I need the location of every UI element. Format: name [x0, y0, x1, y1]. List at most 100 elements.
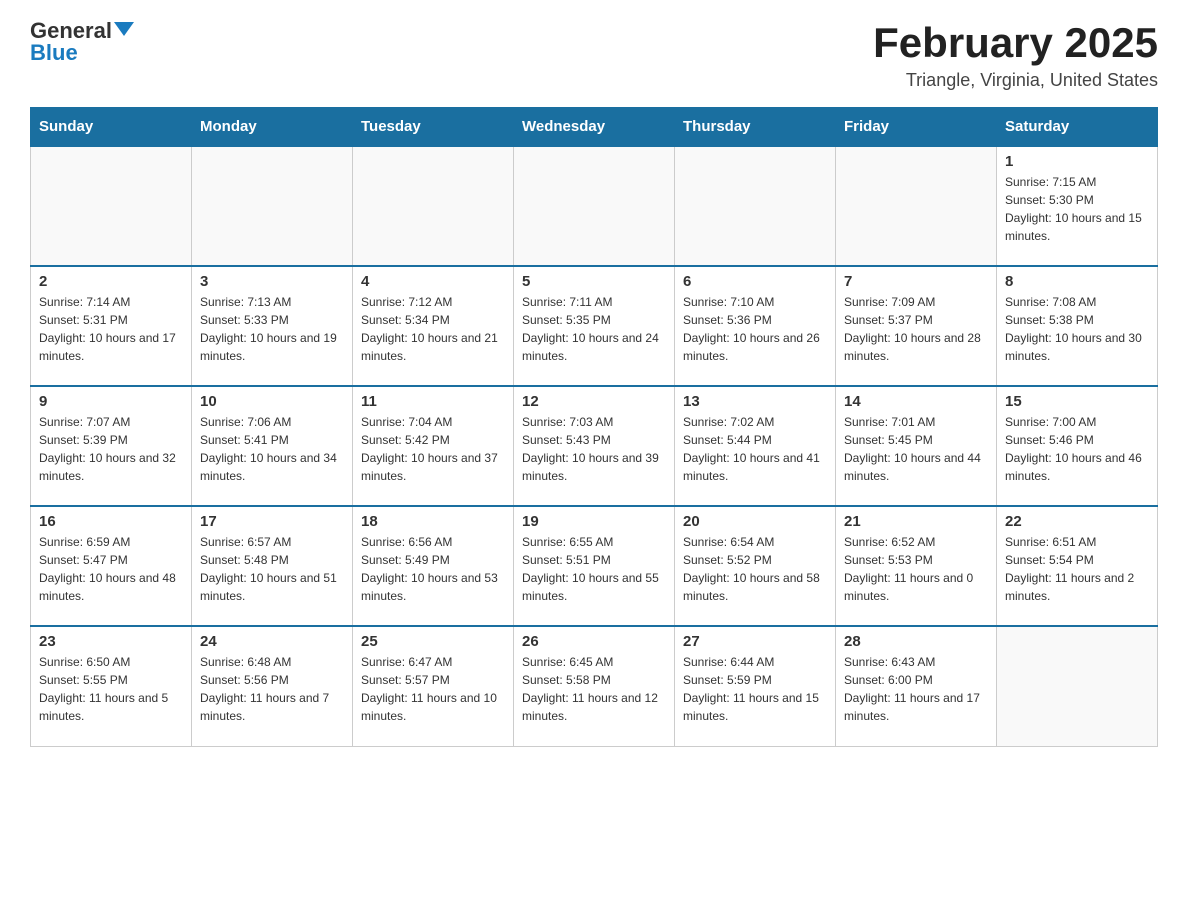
day-number: 12 — [522, 393, 666, 410]
day-info: Sunrise: 6:51 AMSunset: 5:54 PMDaylight:… — [1005, 533, 1149, 605]
day-info: Sunrise: 7:15 AMSunset: 5:30 PMDaylight:… — [1005, 173, 1149, 245]
calendar-cell — [514, 146, 675, 266]
month-title: February 2025 — [873, 20, 1158, 66]
calendar-cell: 15Sunrise: 7:00 AMSunset: 5:46 PMDayligh… — [997, 386, 1158, 506]
page-header: General Blue February 2025 Triangle, Vir… — [30, 20, 1158, 91]
day-number: 7 — [844, 273, 988, 290]
calendar-cell — [675, 146, 836, 266]
day-number: 3 — [200, 273, 344, 290]
day-number: 22 — [1005, 513, 1149, 530]
calendar-week-row: 16 Sunrise: 6:59 AMSunset: 5:47 PMDayligh… — [31, 506, 1158, 626]
day-number: 11 — [361, 393, 505, 410]
calendar-table: SundayMondayTuesdayWednesdayThursdayFrid… — [30, 107, 1158, 747]
day-number: 27 — [683, 633, 827, 650]
logo-general-text: General — [30, 20, 112, 42]
day-number: 10 — [200, 393, 344, 410]
calendar-cell: 28 Sunrise: 6:43 AMSunset: 6:00 PMDayligh… — [836, 626, 997, 746]
calendar-week-row: 9 Sunrise: 7:07 AMSunset: 5:39 PMDaylight… — [31, 386, 1158, 506]
day-number: 26 — [522, 633, 666, 650]
day-info: Sunrise: 7:13 AMSunset: 5:33 PMDaylight:… — [200, 293, 344, 365]
day-info: Sunrise: 6:52 AMSunset: 5:53 PMDaylight:… — [844, 533, 988, 605]
calendar-week-row: 2 Sunrise: 7:14 AMSunset: 5:31 PMDaylight… — [31, 266, 1158, 386]
title-block: February 2025 Triangle, Virginia, United… — [873, 20, 1158, 91]
calendar-cell: 20 Sunrise: 6:54 AMSunset: 5:52 PMDayligh… — [675, 506, 836, 626]
calendar-cell: 25 Sunrise: 6:47 AMSunset: 5:57 PMDayligh… — [353, 626, 514, 746]
day-info: Sunrise: 7:11 AMSunset: 5:35 PMDaylight:… — [522, 293, 666, 365]
calendar-day-header: Sunday — [31, 108, 192, 147]
calendar-cell: 11Sunrise: 7:04 AMSunset: 5:42 PMDayligh… — [353, 386, 514, 506]
calendar-cell: 2 Sunrise: 7:14 AMSunset: 5:31 PMDaylight… — [31, 266, 192, 386]
day-info: Sunrise: 7:09 AMSunset: 5:37 PMDaylight:… — [844, 293, 988, 365]
day-number: 4 — [361, 273, 505, 290]
day-info: Sunrise: 7:02 AMSunset: 5:44 PMDaylight:… — [683, 413, 827, 485]
day-number: 1 — [1005, 153, 1149, 170]
day-info: Sunrise: 6:50 AMSunset: 5:55 PMDaylight:… — [39, 653, 183, 725]
calendar-cell: 19 Sunrise: 6:55 AMSunset: 5:51 PMDayligh… — [514, 506, 675, 626]
calendar-cell: 24Sunrise: 6:48 AMSunset: 5:56 PMDayligh… — [192, 626, 353, 746]
calendar-cell: 7 Sunrise: 7:09 AMSunset: 5:37 PMDaylight… — [836, 266, 997, 386]
calendar-day-header: Friday — [836, 108, 997, 147]
day-number: 5 — [522, 273, 666, 290]
day-info: Sunrise: 6:47 AMSunset: 5:57 PMDaylight:… — [361, 653, 505, 725]
day-info: Sunrise: 7:08 AMSunset: 5:38 PMDaylight:… — [1005, 293, 1149, 365]
day-number: 17 — [200, 513, 344, 530]
day-number: 13 — [683, 393, 827, 410]
day-info: Sunrise: 7:14 AMSunset: 5:31 PMDaylight:… — [39, 293, 183, 365]
calendar-header-row: SundayMondayTuesdayWednesdayThursdayFrid… — [31, 108, 1158, 147]
calendar-cell: 8 Sunrise: 7:08 AMSunset: 5:38 PMDaylight… — [997, 266, 1158, 386]
location-subtitle: Triangle, Virginia, United States — [873, 70, 1158, 91]
calendar-week-row: 1 Sunrise: 7:15 AMSunset: 5:30 PMDaylight… — [31, 146, 1158, 266]
calendar-cell: 26 Sunrise: 6:45 AMSunset: 5:58 PMDayligh… — [514, 626, 675, 746]
day-info: Sunrise: 7:12 AMSunset: 5:34 PMDaylight:… — [361, 293, 505, 365]
calendar-cell: 13 Sunrise: 7:02 AMSunset: 5:44 PMDayligh… — [675, 386, 836, 506]
calendar-cell: 6 Sunrise: 7:10 AMSunset: 5:36 PMDaylight… — [675, 266, 836, 386]
day-number: 9 — [39, 393, 183, 410]
calendar-cell: 1 Sunrise: 7:15 AMSunset: 5:30 PMDaylight… — [997, 146, 1158, 266]
calendar-cell: 22 Sunrise: 6:51 AMSunset: 5:54 PMDayligh… — [997, 506, 1158, 626]
day-info: Sunrise: 6:55 AMSunset: 5:51 PMDaylight:… — [522, 533, 666, 605]
logo: General Blue — [30, 20, 134, 64]
calendar-cell: 9 Sunrise: 7:07 AMSunset: 5:39 PMDaylight… — [31, 386, 192, 506]
day-info: Sunrise: 7:00 AMSunset: 5:46 PMDaylight:… — [1005, 413, 1149, 485]
day-info: Sunrise: 7:10 AMSunset: 5:36 PMDaylight:… — [683, 293, 827, 365]
calendar-cell — [836, 146, 997, 266]
calendar-cell: 21Sunrise: 6:52 AMSunset: 5:53 PMDayligh… — [836, 506, 997, 626]
day-info: Sunrise: 6:54 AMSunset: 5:52 PMDaylight:… — [683, 533, 827, 605]
calendar-cell: 17 Sunrise: 6:57 AMSunset: 5:48 PMDayligh… — [192, 506, 353, 626]
day-number: 18 — [361, 513, 505, 530]
day-info: Sunrise: 6:59 AMSunset: 5:47 PMDaylight:… — [39, 533, 183, 605]
calendar-day-header: Thursday — [675, 108, 836, 147]
calendar-cell: 14 Sunrise: 7:01 AMSunset: 5:45 PMDayligh… — [836, 386, 997, 506]
calendar-day-header: Monday — [192, 108, 353, 147]
day-number: 2 — [39, 273, 183, 290]
day-number: 28 — [844, 633, 988, 650]
day-info: Sunrise: 6:44 AMSunset: 5:59 PMDaylight:… — [683, 653, 827, 725]
day-number: 16 — [39, 513, 183, 530]
calendar-cell: 4 Sunrise: 7:12 AMSunset: 5:34 PMDaylight… — [353, 266, 514, 386]
day-number: 20 — [683, 513, 827, 530]
day-info: Sunrise: 6:57 AMSunset: 5:48 PMDaylight:… — [200, 533, 344, 605]
calendar-cell: 27 Sunrise: 6:44 AMSunset: 5:59 PMDayligh… — [675, 626, 836, 746]
day-number: 19 — [522, 513, 666, 530]
calendar-day-header: Saturday — [997, 108, 1158, 147]
calendar-cell: 16 Sunrise: 6:59 AMSunset: 5:47 PMDayligh… — [31, 506, 192, 626]
calendar-cell: 23Sunrise: 6:50 AMSunset: 5:55 PMDayligh… — [31, 626, 192, 746]
calendar-cell: 18 Sunrise: 6:56 AMSunset: 5:49 PMDayligh… — [353, 506, 514, 626]
day-info: Sunrise: 6:56 AMSunset: 5:49 PMDaylight:… — [361, 533, 505, 605]
day-number: 25 — [361, 633, 505, 650]
day-number: 24 — [200, 633, 344, 650]
day-info: Sunrise: 7:03 AMSunset: 5:43 PMDaylight:… — [522, 413, 666, 485]
day-info: Sunrise: 7:07 AMSunset: 5:39 PMDaylight:… — [39, 413, 183, 485]
day-number: 14 — [844, 393, 988, 410]
logo-triangle-icon — [114, 22, 134, 36]
calendar-day-header: Wednesday — [514, 108, 675, 147]
day-number: 8 — [1005, 273, 1149, 290]
day-number: 6 — [683, 273, 827, 290]
calendar-cell: 5 Sunrise: 7:11 AMSunset: 5:35 PMDaylight… — [514, 266, 675, 386]
calendar-cell: 10 Sunrise: 7:06 AMSunset: 5:41 PMDayligh… — [192, 386, 353, 506]
calendar-cell — [192, 146, 353, 266]
day-info: Sunrise: 6:45 AMSunset: 5:58 PMDaylight:… — [522, 653, 666, 725]
day-info: Sunrise: 6:43 AMSunset: 6:00 PMDaylight:… — [844, 653, 988, 725]
day-info: Sunrise: 7:06 AMSunset: 5:41 PMDaylight:… — [200, 413, 344, 485]
day-info: Sunrise: 7:01 AMSunset: 5:45 PMDaylight:… — [844, 413, 988, 485]
